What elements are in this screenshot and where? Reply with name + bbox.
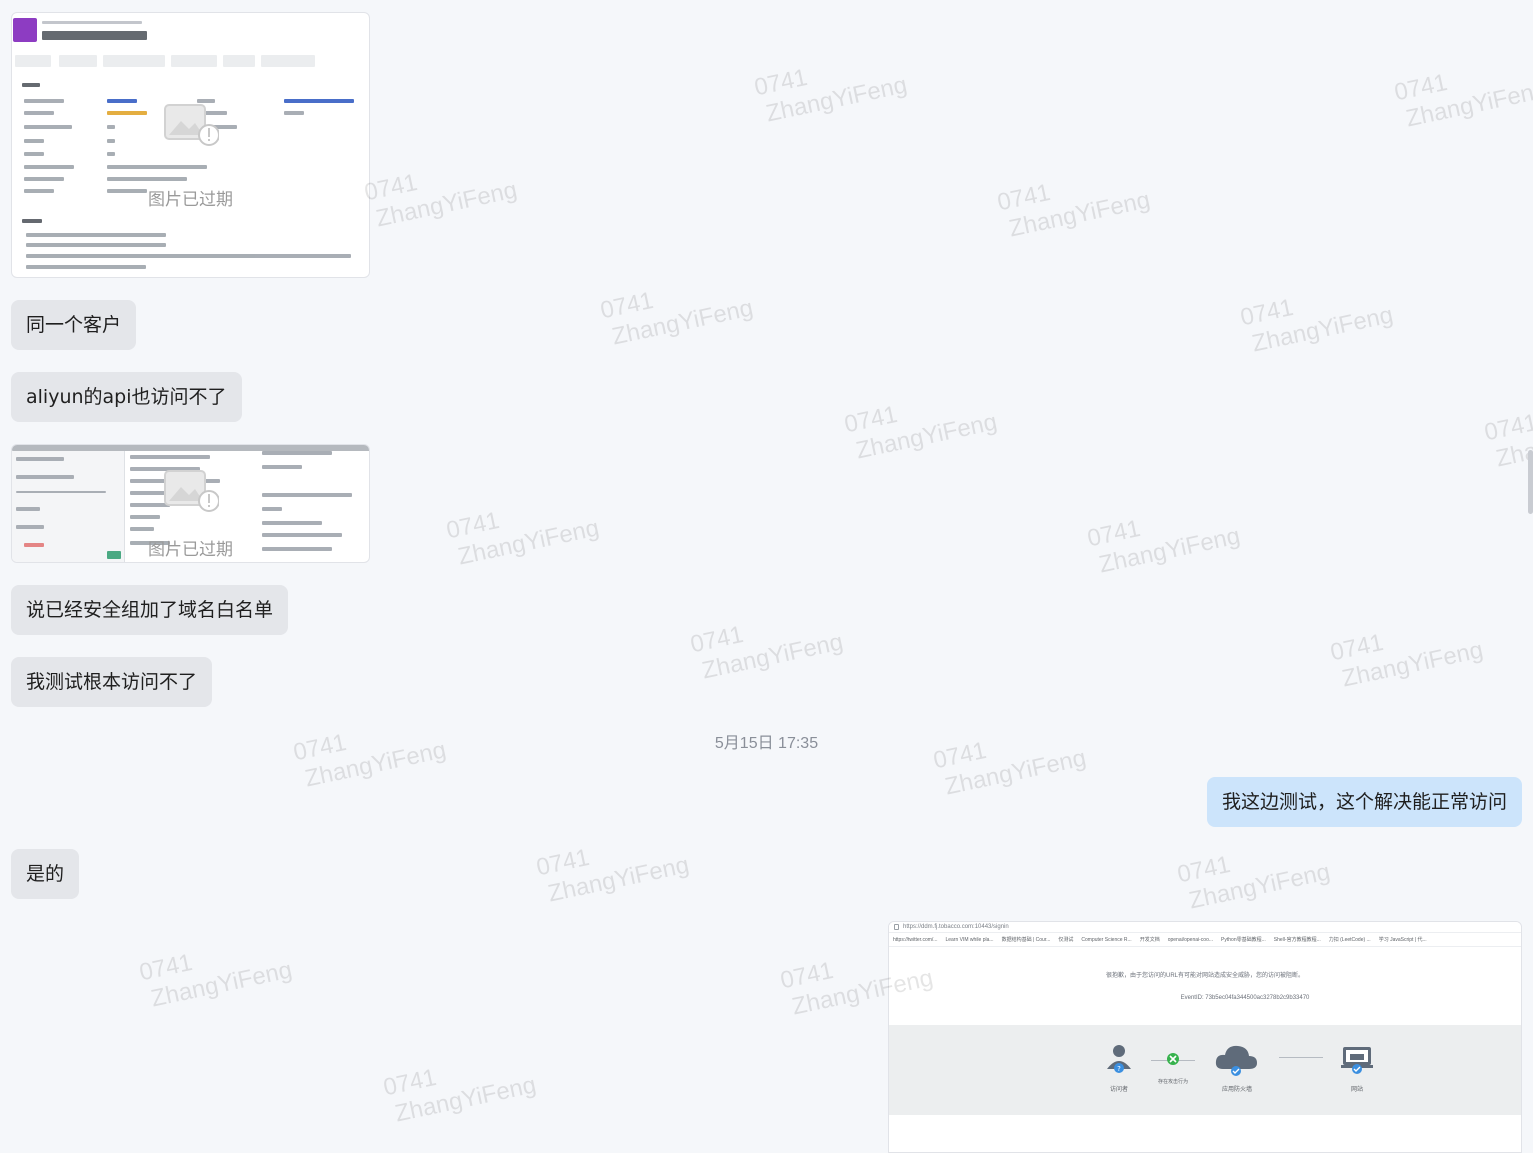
watermark: 0741 ZhangYiFeng: [381, 1063, 539, 1128]
cloud-icon: [1215, 1045, 1257, 1076]
lock-icon: [894, 924, 899, 930]
bookmark: 仅测试: [1058, 937, 1074, 943]
event-id: EventID: 73b5ec04fa344500ac3278b2c9b3347…: [1180, 995, 1310, 1001]
message-text: aliyun的api也访问不了: [26, 386, 227, 408]
bookmark: 开发文档: [1139, 937, 1160, 943]
website-icon: [1341, 1047, 1373, 1074]
svg-text:?: ?: [1117, 1065, 1121, 1073]
message-text: 同一个客户: [26, 314, 122, 336]
watermark: 0741 ZhangYiFeng: [688, 620, 846, 685]
message-text: 我这边测试，这个解决能正常访问: [1221, 791, 1507, 813]
watermark: 0741 ZhangYiFeng: [362, 168, 520, 233]
expired-label: 图片已过期: [148, 190, 233, 209]
watermark: 0741 ZhangYiFeng: [995, 178, 1153, 243]
address-bar: https://ddm.fj.tobacco.com:10443/signin: [889, 922, 1521, 933]
bookmark: Computer Science R...: [1081, 937, 1132, 943]
firewall-label: 应用防火墙: [1221, 1087, 1252, 1093]
message-bubble[interactable]: 我测试根本访问不了: [11, 657, 213, 707]
message-bubble[interactable]: 是的: [11, 849, 80, 899]
message-bubble[interactable]: aliyun的api也访问不了: [11, 372, 242, 422]
watermark: 0741 ZhangYiFeng: [534, 843, 692, 908]
flow-line: [1279, 1057, 1323, 1058]
message-bubble-self[interactable]: 我这边测试，这个解决能正常访问: [1206, 777, 1522, 827]
message-text: 是的: [26, 863, 65, 885]
watermark: 0741 ZhangYiFeng: [1392, 68, 1533, 133]
watermark: 0741 ZhangYiFeng: [598, 286, 756, 351]
scrollbar-thumb[interactable]: [1528, 450, 1533, 514]
flow-panel: ? 访问者 存在攻击行为 应用防火墙 网站: [889, 1025, 1521, 1115]
url-text: https://ddm.fj.tobacco.com:10443/signin: [903, 924, 1009, 930]
visitor-icon: ?: [1107, 1045, 1131, 1073]
block-message: 很抱歉，由于您访问的URL有可能对网站造成安全威胁，您的访问被阻断。: [1105, 973, 1304, 979]
message-text: 我测试根本访问不了: [26, 671, 198, 693]
bookmark: Shell-官方教程教程...: [1273, 937, 1321, 943]
watermark: 0741 ZhangYiFeng: [752, 63, 910, 128]
expired-label: 图片已过期: [148, 540, 233, 559]
blocked-page-screenshot[interactable]: https://ddm.fj.tobacco.com:10443/signin …: [888, 921, 1522, 1153]
bookmark: https://twitter.com/...: [893, 937, 938, 943]
message-bubble[interactable]: 同一个客户: [11, 300, 137, 350]
watermark: 0741 ZhangYiFeng: [1328, 628, 1486, 693]
watermark: 0741 ZhangYiFeng: [842, 400, 1000, 465]
expired-image-1[interactable]: 图片已过期: [11, 12, 370, 278]
watermark: 0741 ZhangYiFeng: [1085, 514, 1243, 579]
bookmark: openai/openai-coo...: [1167, 937, 1214, 943]
message-timestamp: 5月15日 17:35: [714, 735, 819, 752]
expired-image-icon: [163, 470, 219, 512]
expired-image-icon: [163, 104, 219, 146]
behavior-label: 存在攻击行为: [1157, 1079, 1188, 1085]
bookmark: 力扣 (LeetCode) ...: [1328, 937, 1371, 943]
watermark: 0741 ZhangYiFeng: [1238, 293, 1396, 358]
expired-image-2[interactable]: 图片已过期: [11, 444, 370, 563]
watermark: 0741 ZhangYiFeng: [1175, 850, 1333, 915]
watermark: 0741 ZhangYiFeng: [444, 506, 602, 571]
bookmark: 学习 JavaScript | 代...: [1378, 937, 1427, 943]
bookmarks-bar: https://twitter.com/... Learn VIM while …: [889, 933, 1521, 947]
blocked-icon: [1167, 1053, 1179, 1065]
bookmark: Python零基础教程...: [1221, 937, 1266, 943]
message-bubble[interactable]: 说已经安全组加了域名白名单: [11, 585, 289, 635]
visitor-label: 访问者: [1109, 1087, 1128, 1093]
message-text: 说已经安全组加了域名白名单: [26, 599, 274, 621]
watermark: 0741 ZhangYiFeng: [137, 948, 295, 1013]
watermark: 0741 ZhangYiFeng: [1482, 408, 1533, 473]
bookmark: Learn VIM while pla...: [945, 937, 994, 943]
bookmark: 数据结构基础 | Cour...: [1001, 937, 1051, 943]
site-label: 网站: [1350, 1087, 1363, 1093]
